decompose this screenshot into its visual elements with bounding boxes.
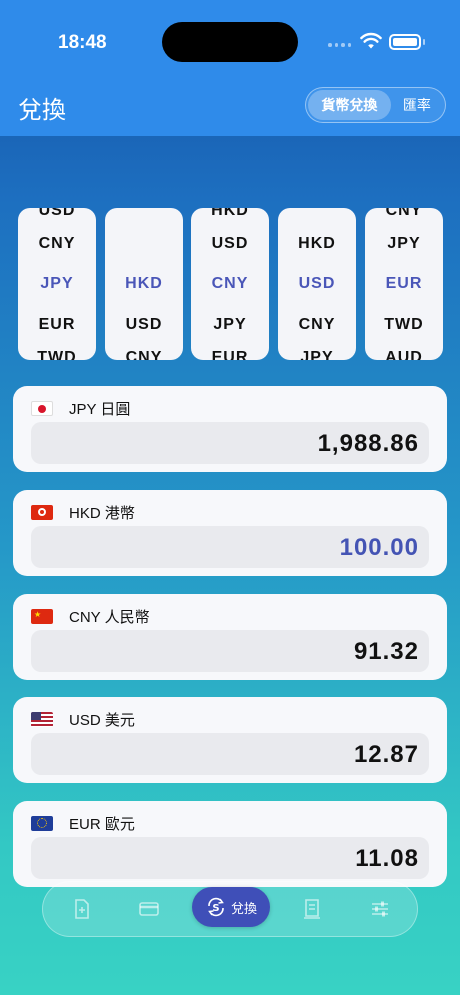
segment-exchange-rate[interactable]: 匯率 bbox=[391, 90, 443, 120]
amount-value: 1,988.86 bbox=[317, 430, 419, 457]
currency-label: CNY 人民幣 bbox=[69, 609, 150, 626]
battery-tip bbox=[423, 39, 425, 45]
tab-exchange[interactable]: S 兌換 bbox=[192, 887, 270, 927]
picker-selected: CNY bbox=[211, 275, 249, 292]
amount-field[interactable]: 11.08 bbox=[31, 837, 429, 879]
card-header: HKD 港幣 bbox=[31, 502, 135, 523]
credit-card-icon[interactable] bbox=[138, 898, 160, 920]
picker-row: EUR bbox=[211, 349, 249, 360]
picker-row: JPY bbox=[213, 316, 247, 333]
usa-flag-icon bbox=[31, 712, 53, 727]
picker-selected: HKD bbox=[125, 275, 163, 292]
amount-value: 100.00 bbox=[339, 534, 419, 561]
currency-label: EUR 歐元 bbox=[69, 816, 135, 833]
tab-exchange-label: 兌換 bbox=[230, 900, 257, 916]
amount-field[interactable]: 1,988.86 bbox=[31, 422, 429, 464]
tab-bar: S 兌換 bbox=[42, 881, 418, 937]
currency-card-jpy: JPY 日圓 1,988.86 bbox=[13, 386, 447, 472]
currency-card-hkd: HKD 港幣 100.00 bbox=[13, 490, 447, 576]
sliders-icon[interactable] bbox=[369, 898, 391, 920]
picker-selected: USD bbox=[298, 275, 336, 292]
currency-exchange-icon: S bbox=[208, 897, 224, 917]
currency-label: USD 美元 bbox=[69, 712, 135, 729]
currency-picker-3[interactable]: HKD USD CNY JPY EUR bbox=[191, 208, 269, 360]
currency-picker-4[interactable]: HKD USD CNY JPY bbox=[278, 208, 356, 360]
card-header: ★ CNY 人民幣 bbox=[31, 606, 150, 627]
picker-row: AUD bbox=[385, 349, 423, 360]
battery-icon bbox=[389, 34, 421, 50]
receipt-icon[interactable] bbox=[301, 898, 323, 920]
currency-card-eur: EUR 歐元 11.08 bbox=[13, 801, 447, 887]
china-flag-icon: ★ bbox=[31, 609, 53, 624]
picker-row: TWD bbox=[384, 316, 424, 333]
picker-row: CNY bbox=[125, 349, 163, 360]
currency-label: JPY 日圓 bbox=[69, 401, 131, 418]
amount-field[interactable]: 12.87 bbox=[31, 733, 429, 775]
picker-row: CNY bbox=[298, 316, 336, 333]
segment-currency-exchange[interactable]: 貨幣兌換 bbox=[308, 90, 391, 120]
currency-card-cny: ★ CNY 人民幣 91.32 bbox=[13, 594, 447, 680]
amount-value: 91.32 bbox=[353, 638, 419, 665]
amount-value: 12.87 bbox=[353, 741, 419, 768]
currency-card-usd: USD 美元 12.87 bbox=[13, 697, 447, 783]
picker-row: USD bbox=[125, 316, 163, 333]
status-bar: 18:48 bbox=[0, 0, 460, 80]
hong-kong-flag-icon bbox=[31, 505, 53, 520]
svg-text:S: S bbox=[212, 903, 219, 914]
picker-row: HKD bbox=[298, 235, 336, 252]
japan-flag-icon bbox=[31, 401, 53, 416]
picker-row: EUR bbox=[38, 316, 76, 333]
picker-row: USD bbox=[38, 208, 76, 219]
card-header: USD 美元 bbox=[31, 709, 135, 730]
picker-row: JPY bbox=[387, 235, 421, 252]
picker-selected: JPY bbox=[40, 275, 74, 292]
dynamic-island bbox=[162, 22, 298, 62]
picker-selected: EUR bbox=[385, 275, 423, 292]
eu-flag-icon bbox=[31, 816, 53, 831]
status-time: 18:48 bbox=[58, 32, 107, 53]
wifi-icon bbox=[360, 32, 382, 49]
amount-field[interactable]: 91.32 bbox=[31, 630, 429, 672]
picker-row: TWD bbox=[37, 349, 77, 360]
signal-icon bbox=[328, 43, 351, 47]
picker-row: CNY bbox=[38, 235, 76, 252]
currency-picker-1[interactable]: USD CNY JPY EUR TWD bbox=[18, 208, 96, 360]
card-header: EUR 歐元 bbox=[31, 813, 135, 834]
header-bar: 18:48 兌換 貨幣兌換 匯率 bbox=[0, 0, 460, 136]
currency-label: HKD 港幣 bbox=[69, 505, 135, 522]
picker-row: JPY bbox=[300, 349, 334, 360]
currency-picker-5[interactable]: CNY JPY EUR TWD AUD bbox=[365, 208, 443, 360]
picker-row: USD bbox=[211, 235, 249, 252]
document-plus-icon[interactable] bbox=[71, 898, 93, 920]
amount-value: 11.08 bbox=[355, 845, 419, 872]
amount-field[interactable]: 100.00 bbox=[31, 526, 429, 568]
picker-row: CNY bbox=[385, 208, 423, 219]
segmented-control: 貨幣兌換 匯率 bbox=[305, 87, 446, 123]
currency-picker-2[interactable]: HKD USD CNY bbox=[105, 208, 183, 360]
card-header: JPY 日圓 bbox=[31, 398, 130, 419]
page-title: 兌換 bbox=[18, 97, 66, 124]
picker-row: HKD bbox=[211, 208, 249, 219]
